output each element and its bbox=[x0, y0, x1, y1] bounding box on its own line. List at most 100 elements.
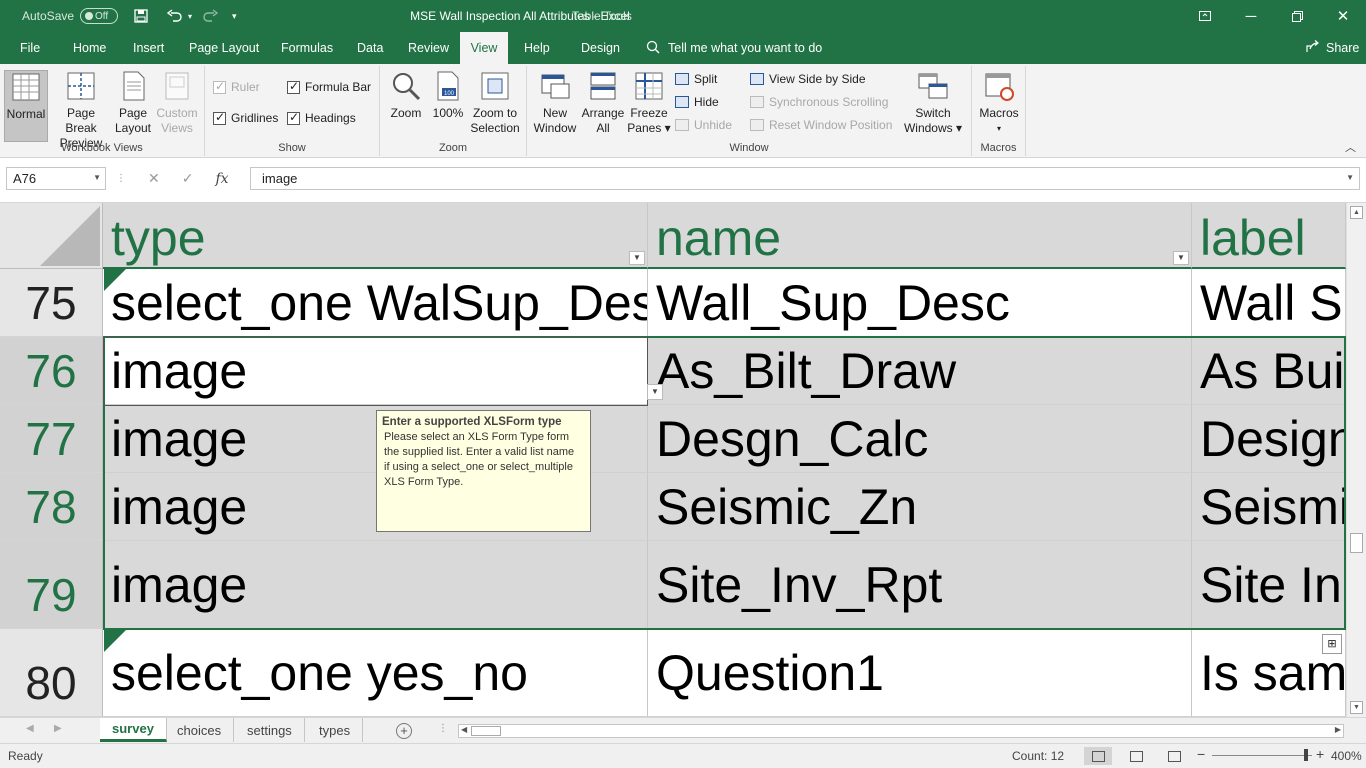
row-header-79[interactable]: 79 bbox=[0, 541, 103, 629]
tell-me-box[interactable]: Tell me what you want to do bbox=[646, 32, 822, 64]
column-header-name[interactable]: name ▼ bbox=[648, 203, 1192, 269]
gridlines-checkbox[interactable]: Gridlines bbox=[213, 110, 278, 125]
table-cell[interactable]: Design bbox=[1192, 405, 1346, 473]
vertical-scrollbar[interactable]: ▲ ▼ bbox=[1346, 203, 1366, 717]
zoom-100-button[interactable]: 100 100% bbox=[430, 70, 466, 121]
table-cell[interactable]: Desgn_Calc bbox=[648, 405, 1192, 473]
row-header-75[interactable]: 75 bbox=[0, 269, 103, 337]
prev-sheet-icon[interactable]: ◀ bbox=[26, 723, 34, 734]
enter-entry-icon[interactable]: ✓ bbox=[182, 170, 194, 187]
sheet-tab-types[interactable]: types bbox=[307, 718, 364, 742]
formula-bar-checkbox[interactable]: Formula Bar bbox=[287, 79, 371, 94]
table-cell[interactable]: Wall_Sup_Desc bbox=[648, 269, 1192, 337]
quick-analysis-icon[interactable]: ⊞ bbox=[1322, 634, 1342, 654]
share-button[interactable]: Share bbox=[1306, 32, 1359, 64]
normal-view-status-button[interactable] bbox=[1084, 747, 1112, 765]
expand-formula-bar-icon[interactable]: ▼ bbox=[1346, 173, 1354, 182]
column-header-label[interactable]: label bbox=[1192, 203, 1346, 269]
next-sheet-icon[interactable]: ▶ bbox=[54, 723, 62, 734]
hide-button[interactable]: Hide bbox=[675, 95, 719, 109]
tab-formulas[interactable]: Formulas bbox=[272, 32, 342, 64]
cancel-entry-icon[interactable]: ✕ bbox=[148, 170, 160, 187]
freeze-panes-button[interactable]: Freeze Panes ▾ bbox=[627, 70, 671, 136]
scroll-left-icon[interactable]: ◀ bbox=[461, 725, 467, 734]
macros-button[interactable]: Macros ▾ bbox=[978, 70, 1020, 136]
page-layout-view-button[interactable]: Page Layout bbox=[114, 70, 152, 136]
row-header-76[interactable]: 76 bbox=[0, 337, 103, 405]
synchronous-scrolling-button[interactable]: Synchronous Scrolling bbox=[750, 95, 888, 109]
sheet-tab-survey[interactable]: survey bbox=[100, 718, 167, 742]
headings-checkbox[interactable]: Headings bbox=[287, 110, 356, 125]
ruler-checkbox[interactable]: Ruler bbox=[213, 79, 260, 94]
tab-design[interactable]: Design bbox=[572, 32, 629, 64]
filter-dropdown-icon[interactable]: ▼ bbox=[629, 251, 645, 265]
table-cell[interactable]: Seismic_Zn bbox=[648, 473, 1192, 541]
tab-view[interactable]: View bbox=[460, 32, 508, 64]
table-cell[interactable]: Site_Inv_Rpt bbox=[648, 541, 1192, 629]
row-header-80[interactable]: 80 bbox=[0, 629, 103, 717]
scroll-right-icon[interactable]: ▶ bbox=[1335, 725, 1341, 734]
row-header-78[interactable]: 78 bbox=[0, 473, 103, 541]
zoom-level[interactable]: 400% bbox=[1331, 749, 1362, 763]
collapse-ribbon-icon[interactable]: ︿ bbox=[1345, 139, 1356, 155]
custom-views-button[interactable]: Custom Views bbox=[155, 70, 199, 136]
zoom-out-icon[interactable]: − bbox=[1197, 746, 1205, 762]
select-all-corner[interactable] bbox=[0, 203, 103, 269]
name-box-dropdown-icon[interactable]: ▼ bbox=[93, 173, 101, 182]
insert-function-icon[interactable]: fx bbox=[215, 171, 228, 187]
formula-input[interactable]: image ▼ bbox=[250, 167, 1360, 190]
restore-icon[interactable] bbox=[1274, 0, 1320, 32]
tab-home[interactable]: Home bbox=[64, 32, 115, 64]
table-cell[interactable]: select_one yes_no bbox=[103, 629, 648, 717]
tab-data[interactable]: Data bbox=[348, 32, 392, 64]
horizontal-scroll-thumb[interactable] bbox=[471, 726, 501, 736]
name-box[interactable]: A76 ▼ bbox=[6, 167, 106, 190]
filter-dropdown-icon[interactable]: ▼ bbox=[1173, 251, 1189, 265]
zoom-slider[interactable] bbox=[1212, 755, 1312, 756]
error-indicator-icon[interactable] bbox=[104, 269, 126, 291]
column-header-type[interactable]: type ▼ bbox=[103, 203, 648, 269]
zoom-to-selection-button[interactable]: Zoom to Selection bbox=[468, 70, 522, 136]
tab-file[interactable]: File bbox=[11, 32, 49, 64]
normal-view-button[interactable]: Normal bbox=[4, 70, 48, 142]
table-cell[interactable]: select_one WalSup_Desc bbox=[103, 269, 648, 337]
new-window-button[interactable]: New Window bbox=[533, 70, 577, 136]
table-cell[interactable]: image bbox=[103, 541, 648, 629]
vertical-scroll-thumb[interactable] bbox=[1350, 533, 1363, 553]
minimize-icon[interactable]: ─ bbox=[1228, 0, 1274, 32]
page-layout-status-button[interactable] bbox=[1122, 747, 1150, 765]
tab-page-layout[interactable]: Page Layout bbox=[180, 32, 268, 64]
table-cell[interactable]: Question1 bbox=[648, 629, 1192, 717]
zoom-slider-thumb[interactable] bbox=[1304, 749, 1308, 761]
zoom-in-icon[interactable]: + bbox=[1316, 746, 1324, 762]
unhide-button[interactable]: Unhide bbox=[675, 118, 732, 132]
horizontal-scrollbar[interactable]: ◀ ▶ bbox=[458, 724, 1344, 738]
scroll-down-icon[interactable]: ▼ bbox=[1350, 701, 1363, 714]
view-side-by-side-button[interactable]: View Side by Side bbox=[750, 72, 866, 86]
data-validation-dropdown-icon[interactable]: ▼ bbox=[647, 384, 663, 400]
row-header-77[interactable]: 77 bbox=[0, 405, 103, 473]
error-indicator-icon[interactable] bbox=[104, 630, 126, 652]
scroll-up-icon[interactable]: ▲ bbox=[1350, 206, 1363, 219]
arrange-all-button[interactable]: Arrange All bbox=[581, 70, 625, 136]
switch-windows-button[interactable]: Switch Windows ▾ bbox=[901, 70, 965, 136]
page-break-status-button[interactable] bbox=[1160, 747, 1188, 765]
tab-insert[interactable]: Insert bbox=[124, 32, 173, 64]
table-cell[interactable]: Site In bbox=[1192, 541, 1346, 629]
zoom-button[interactable]: Zoom bbox=[386, 70, 426, 121]
close-icon[interactable]: ✕ bbox=[1320, 0, 1366, 32]
table-cell[interactable]: Seismic bbox=[1192, 473, 1346, 541]
sheet-tab-choices[interactable]: choices bbox=[165, 718, 235, 742]
tab-splitter-icon[interactable]: ⋮ bbox=[438, 723, 448, 734]
page-break-preview-button[interactable]: Page Break Preview bbox=[50, 70, 112, 151]
sheet-tab-settings[interactable]: settings bbox=[235, 718, 305, 742]
worksheet-grid[interactable]: type ▼ name ▼ label 75 select_one WalSup… bbox=[0, 203, 1346, 717]
active-cell[interactable]: image bbox=[103, 337, 648, 405]
table-cell[interactable]: As Built bbox=[1192, 337, 1346, 405]
tab-review[interactable]: Review bbox=[399, 32, 458, 64]
split-button[interactable]: Split bbox=[675, 72, 717, 86]
table-cell[interactable]: Wall Sup bbox=[1192, 269, 1346, 337]
tab-help[interactable]: Help bbox=[515, 32, 559, 64]
new-sheet-icon[interactable]: + bbox=[396, 723, 412, 739]
table-cell[interactable]: As_Bilt_Draw bbox=[648, 337, 1192, 405]
